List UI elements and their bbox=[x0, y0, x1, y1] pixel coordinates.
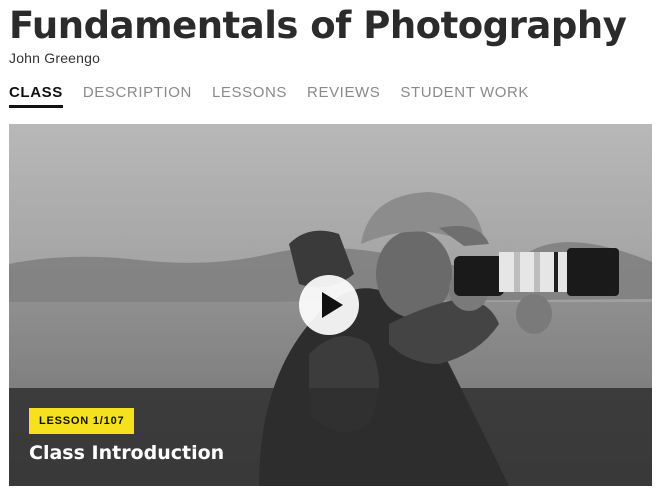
lesson-caption: LESSON 1/107 Class Introduction bbox=[9, 388, 652, 486]
video-player[interactable]: LESSON 1/107 Class Introduction bbox=[9, 124, 652, 486]
page-title: Fundamentals of Photography bbox=[9, 4, 627, 47]
lesson-badge: LESSON 1/107 bbox=[29, 408, 135, 434]
lesson-title: Class Introduction bbox=[29, 442, 225, 464]
author-name[interactable]: John Greengo bbox=[9, 50, 100, 66]
tab-student-work[interactable]: STUDENT WORK bbox=[400, 84, 529, 108]
tab-class[interactable]: CLASS bbox=[9, 84, 63, 108]
tab-description[interactable]: DESCRIPTION bbox=[83, 84, 192, 108]
play-icon bbox=[322, 292, 343, 318]
tab-lessons[interactable]: LESSONS bbox=[212, 84, 287, 108]
play-button[interactable] bbox=[299, 275, 359, 335]
tab-reviews[interactable]: REVIEWS bbox=[307, 84, 380, 108]
tab-bar: CLASS DESCRIPTION LESSONS REVIEWS STUDEN… bbox=[9, 84, 529, 108]
